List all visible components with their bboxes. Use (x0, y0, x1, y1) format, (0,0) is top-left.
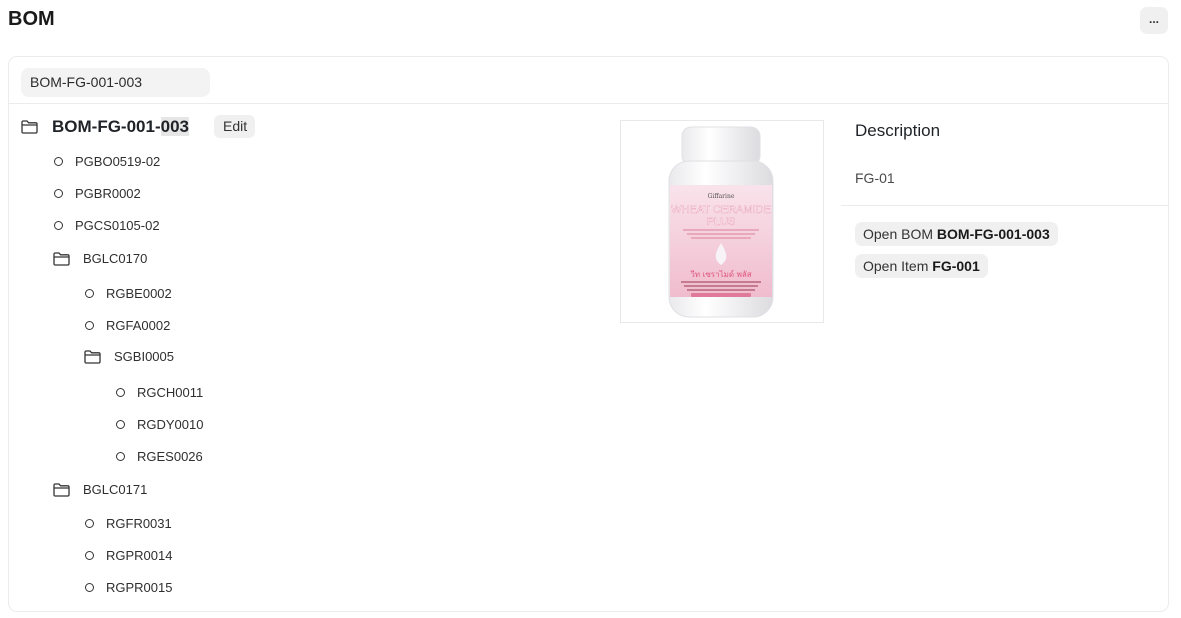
tree-leaf[interactable]: RGPR0015 (85, 580, 172, 595)
tree-leaf[interactable]: PGCS0105-02 (54, 218, 160, 233)
tree-leaf[interactable]: PGBR0002 (54, 186, 141, 201)
tree-root-label: BOM-FG-001-003 (52, 116, 189, 136)
svg-text:วีท เซราไมด์ พลัส: วีท เซราไมด์ พลัส (690, 269, 752, 279)
details-divider (841, 205, 1169, 206)
tree-leaf-label: RGCH0011 (137, 385, 204, 400)
tree-leaf-label: RGFR0031 (106, 516, 172, 531)
circle-icon (54, 221, 63, 230)
page-title: BOM (8, 8, 55, 30)
description-title: Description (855, 121, 941, 140)
svg-text:WHEAT CERAMIDE: WHEAT CERAMIDE (671, 204, 771, 216)
open-item-link[interactable]: Open Item FG-001 (855, 254, 988, 278)
tree-leaf-label: RGPR0014 (106, 548, 173, 563)
tree-leaf[interactable]: RGFR0031 (85, 516, 172, 531)
open-bom-link[interactable]: Open BOM BOM-FG-001-003 (855, 222, 1058, 246)
tree-leaf-label: RGDY0010 (137, 417, 204, 432)
tree-group-label: BGLC0170 (83, 251, 148, 266)
tree-leaf-label: PGBO0519-02 (75, 154, 161, 169)
product-image: Giffarine WHEAT CERAMIDE PLUS วีท เซราไม… (620, 120, 824, 323)
folder-open-icon (84, 349, 101, 364)
edit-button[interactable]: Edit (214, 115, 256, 138)
circle-icon (54, 157, 63, 166)
tree-leaf-label: PGBR0002 (75, 186, 141, 201)
tree-leaf[interactable]: RGFA0002 (85, 318, 170, 333)
circle-icon (116, 388, 125, 397)
tree-leaf[interactable]: RGBE0002 (85, 286, 172, 301)
bom-card: BOM-FG-001-003 BOM-FG-001-003 Edit PGBO0… (8, 56, 1169, 612)
tree-leaf-label: RGBE0002 (106, 286, 172, 301)
tree-group-label: BGLC0171 (83, 482, 148, 497)
svg-text:Giffarine: Giffarine (708, 193, 735, 200)
tree-leaf[interactable]: RGES0026 (116, 449, 203, 464)
folder-open-icon (21, 119, 38, 134)
circle-icon (54, 189, 63, 198)
tree-leaf-label: RGFA0002 (106, 318, 171, 333)
tree-leaf[interactable]: RGPR0014 (85, 548, 172, 563)
circle-icon (116, 420, 125, 429)
circle-icon (85, 289, 94, 298)
circle-icon (85, 583, 94, 592)
more-options-button[interactable]: ... (1140, 7, 1168, 34)
tree-leaf[interactable]: RGDY0010 (116, 417, 203, 432)
folder-open-icon (53, 251, 70, 266)
svg-text:PLUS: PLUS (707, 216, 736, 228)
circle-icon (116, 452, 125, 461)
circle-icon (85, 551, 94, 560)
tree-leaf-label: RGES0026 (137, 449, 203, 464)
bom-selector[interactable]: BOM-FG-001-003 (21, 68, 210, 97)
tree-leaf[interactable]: PGBO0519-02 (54, 154, 160, 169)
tree-group[interactable]: SGBI0005 (84, 349, 174, 364)
tree-group-label: SGBI0005 (114, 349, 174, 364)
circle-icon (85, 519, 94, 528)
description-value: FG-01 (855, 170, 895, 186)
bottle-cap (681, 126, 761, 166)
tree-leaf-label: RGPR0015 (106, 580, 173, 595)
circle-icon (85, 321, 94, 330)
folder-open-icon (53, 482, 70, 497)
tree-leaf[interactable]: RGCH0011 (116, 385, 203, 400)
tree-group[interactable]: BGLC0170 (53, 251, 147, 266)
bom-tree: BOM-FG-001-003 Edit PGBO0519-02 PGBR0002… (9, 105, 609, 611)
more-options-label: ... (1148, 11, 1159, 26)
tree-group[interactable]: BGLC0171 (53, 482, 147, 497)
bottle-label (670, 185, 772, 297)
card-header: BOM-FG-001-003 (9, 57, 1168, 104)
tree-leaf-label: PGCS0105-02 (75, 218, 160, 233)
tree-root[interactable]: BOM-FG-001-003 Edit (21, 115, 256, 138)
